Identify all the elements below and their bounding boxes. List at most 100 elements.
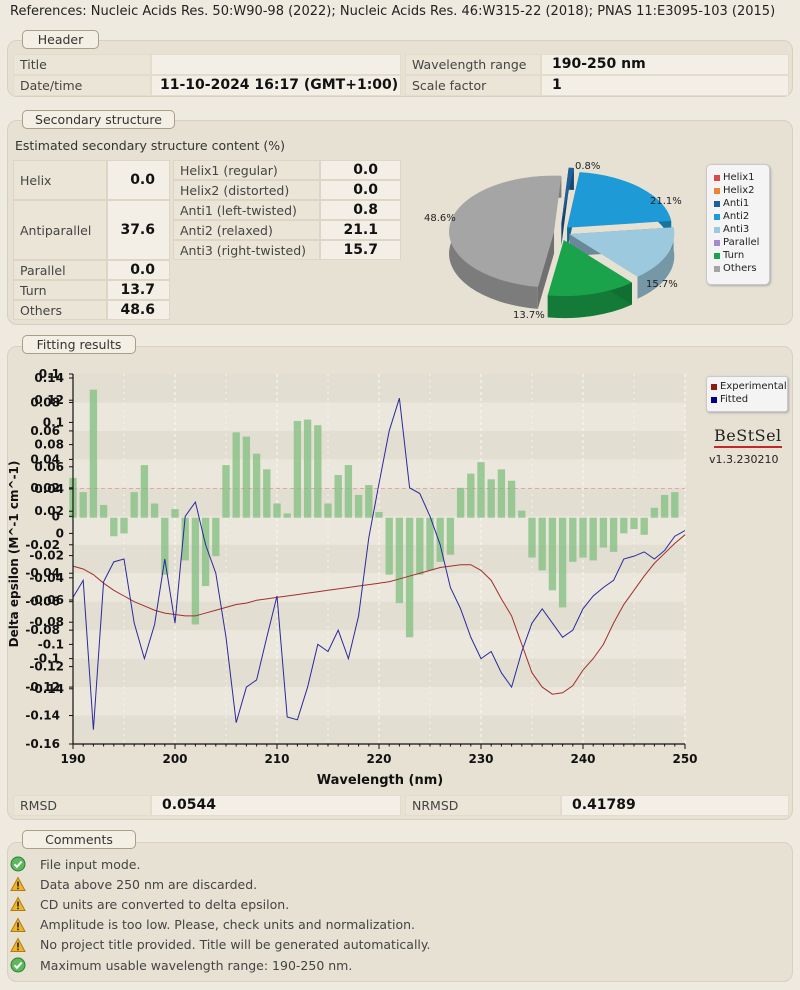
datetime-label: Date/time [13, 75, 151, 96]
x-tick-label: 240 [570, 752, 595, 766]
y-tick-label: 0.1 [39, 367, 60, 381]
residual-bar [79, 492, 87, 518]
y-tick-label: 0.04 [30, 452, 60, 466]
scale-factor-value: 1 [541, 75, 789, 96]
residual-bar [150, 503, 159, 518]
residual-bar [671, 492, 679, 518]
residual-bar [375, 512, 383, 518]
y-tick-label: -0.16 [25, 737, 60, 751]
ss-value-anti1: 0.8 [320, 200, 401, 220]
check-icon [10, 957, 26, 973]
residual-bar [650, 507, 659, 518]
scale-factor-label: Scale factor [405, 75, 541, 96]
check-icon [10, 856, 26, 872]
ss-label-antiparallel: Antiparallel [13, 200, 107, 260]
ss-label-helix: Helix [13, 160, 107, 200]
pie-legend-item: Anti3 [707, 223, 769, 236]
x-tick-label: 230 [468, 752, 493, 766]
ss-value-anti2: 21.1 [320, 220, 401, 240]
x-axis-label: Wavelength (nm) [317, 773, 443, 788]
comment-item: No project title provided. Title will be… [10, 935, 431, 955]
comment-text: Amplitude is too low. Please, check unit… [40, 917, 415, 933]
y-tick-label: -0.12 [25, 680, 60, 694]
ss-label-others: Others [13, 300, 107, 320]
legend-label: Parallel [723, 237, 760, 248]
comment-text: CD units are converted to delta epsilon. [40, 896, 290, 912]
residual-bar [171, 509, 179, 518]
legend-swatch [714, 200, 720, 207]
ss-value-antiparallel: 37.6 [107, 200, 170, 260]
fitting-chart: 190 200 210 220 230 240 2500.140.120.10.080.06… [7, 367, 698, 788]
secondary-structure-tab[interactable]: Secondary structure [22, 110, 175, 129]
legend-swatch [714, 174, 720, 181]
fitting-legend-item: Fitted [707, 393, 787, 406]
legend-label: Others [723, 263, 757, 274]
residual-bar [334, 475, 342, 518]
residual-bar [344, 465, 353, 518]
residual-bar [640, 517, 648, 535]
comment-text: No project title provided. Title will be… [40, 937, 431, 953]
comment-item: Maximum usable wavelength range: 190-250… [10, 955, 352, 975]
legend-swatch [711, 383, 717, 390]
residual-bar [507, 480, 516, 518]
secondary-structure-title: Estimated secondary structure content (%… [15, 138, 286, 153]
ss-label-anti1: Anti1 (left-twisted) [173, 200, 320, 220]
y-tick-label: 0.08 [34, 438, 64, 452]
pie-label-others: 48.6% [424, 213, 456, 224]
nrmsd-value: 0.41789 [561, 795, 789, 816]
comment-item: Data above 250 nm are discarded. [10, 874, 257, 894]
header-tab[interactable]: Header [22, 30, 99, 49]
fitting-legend-item: Experimental [707, 380, 787, 393]
pie-label-turn: 13.7% [513, 310, 545, 321]
warning-icon [10, 876, 26, 892]
ss-value-helix2: 0.0 [320, 180, 401, 200]
ss-value-helix1: 0.0 [320, 160, 401, 180]
comment-item: CD units are converted to delta epsilon. [10, 894, 289, 914]
residual-bar [232, 432, 240, 518]
y-tick-label: 0.06 [30, 424, 60, 438]
legend-label: Anti3 [723, 224, 750, 235]
pie-legend-item: Turn [707, 249, 769, 262]
legend-swatch [714, 187, 720, 194]
warning-icon [10, 917, 26, 932]
rmsd-label: RMSD [13, 795, 151, 816]
comments-tab[interactable]: Comments [22, 830, 136, 849]
residual-bar [456, 487, 465, 518]
y-tick-label: -0.04 [25, 566, 60, 580]
residual-bar [110, 517, 118, 537]
warning-icon [10, 896, 26, 912]
residual-bar [140, 465, 149, 518]
legend-swatch [714, 265, 720, 272]
pie-label-anti3: 15.7% [646, 279, 678, 290]
version-label: v1.3.230210 [709, 453, 779, 466]
residual-bar [416, 517, 424, 575]
legend-label: Helix1 [723, 172, 755, 183]
y-tick-label: -0.08 [25, 623, 60, 637]
residual-bar [385, 517, 393, 575]
residual-bar [395, 517, 404, 604]
nrmsd-label: NRMSD [405, 795, 561, 816]
residual-bar [242, 436, 251, 518]
ss-value-helix: 0.0 [107, 160, 170, 200]
legend-label: Turn [723, 250, 745, 261]
residual-bar [446, 517, 455, 555]
pie-legend-item: Others [707, 262, 769, 275]
wavelength-range-value: 190-250 nm [541, 54, 789, 75]
secondary-structure-pie-chart: 0.8% 21.1% 15.7% 13.7% 48.6% [424, 161, 682, 321]
y-tick-label: 0.08 [30, 395, 60, 409]
residual-bar [283, 513, 291, 518]
residual-bar [130, 492, 138, 518]
comment-text: Maximum usable wavelength range: 190-250… [40, 957, 353, 973]
residual-bar [518, 510, 526, 518]
legend-label: Anti2 [723, 211, 750, 222]
residual-bar [222, 465, 230, 518]
residual-bar [263, 469, 271, 518]
residual-bar [609, 517, 618, 552]
fitting-results-tab[interactable]: Fitting results [22, 335, 136, 354]
pie-legend-item: Anti2 [707, 210, 769, 223]
residual-bar [324, 503, 332, 518]
ss-value-parallel: 0.0 [107, 260, 170, 280]
y-tick-label: -0.02 [25, 538, 60, 552]
residual-bar [252, 453, 261, 518]
residual-bar [620, 517, 628, 534]
